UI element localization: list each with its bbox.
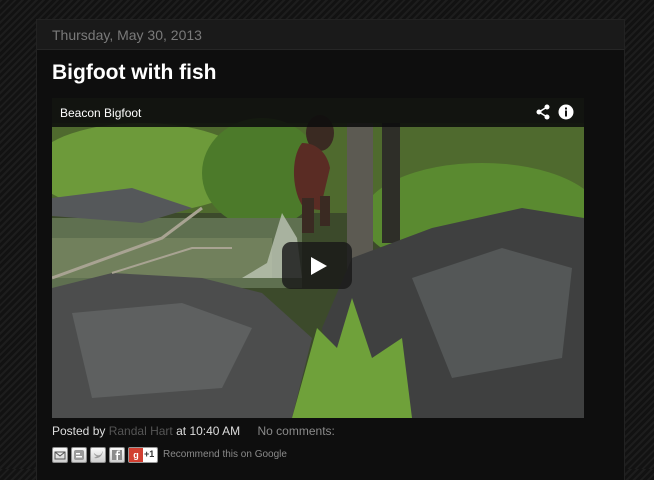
post: Thursday, May 30, 2013 Bigfoot with fish <box>37 20 624 480</box>
post-time-link[interactable]: 10:40 AM <box>189 424 240 438</box>
posted-by-label: Posted by <box>52 424 106 438</box>
share-icon[interactable] <box>535 104 551 120</box>
post-title[interactable]: Bigfoot with fish <box>52 61 216 85</box>
email-button[interactable] <box>52 447 68 463</box>
post-footer: Posted by Randal Hart at 10:40 AM No com… <box>52 424 335 438</box>
facebook-icon <box>112 450 122 460</box>
twitter-icon <box>94 451 103 459</box>
info-icon[interactable] <box>558 104 574 120</box>
video-title[interactable]: Beacon Bigfoot <box>60 106 141 120</box>
recommend-text: Recommend this on Google <box>163 449 287 460</box>
play-button[interactable] <box>282 242 352 289</box>
gplus-button[interactable]: g +1 <box>128 447 158 463</box>
gplus-label: +1 <box>144 449 155 459</box>
facebook-button[interactable] <box>109 447 125 463</box>
blogthis-button[interactable] <box>71 447 87 463</box>
twitter-button[interactable] <box>90 447 106 463</box>
comments-link[interactable]: No comments: <box>258 424 335 438</box>
date-header: Thursday, May 30, 2013 <box>37 20 624 50</box>
video-player[interactable]: Beacon Bigfoot <box>52 98 584 418</box>
gplus-icon: g <box>129 448 143 462</box>
at-label: at <box>176 424 187 438</box>
email-icon <box>54 451 66 460</box>
play-icon <box>311 257 327 275</box>
blogger-icon <box>74 450 84 460</box>
video-title-bar: Beacon Bigfoot <box>52 98 584 127</box>
author-link[interactable]: Randal Hart <box>109 424 173 438</box>
